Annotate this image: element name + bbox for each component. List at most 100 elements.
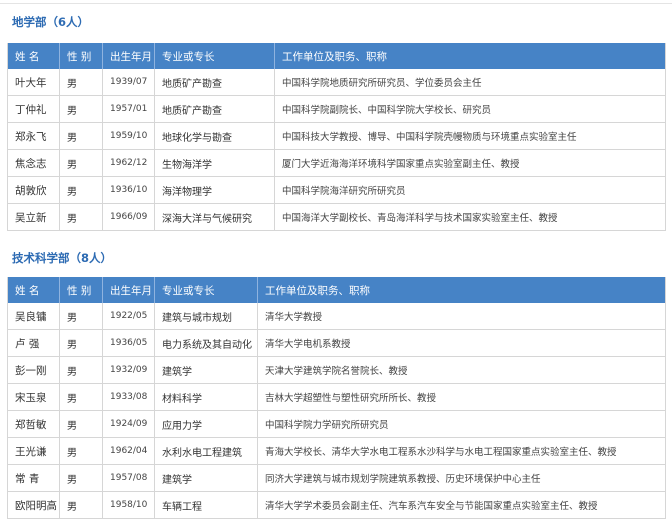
cell-affiliation: 中国海洋大学副校长、青岛海洋科学与技术国家实验室主任、教授	[282, 213, 558, 224]
cell-birth: 1962/04	[103, 438, 155, 464]
header-specialty: 专业或专长	[155, 43, 275, 69]
cell-specialty: 建筑学	[155, 465, 258, 491]
cell-specialty: 应用力学	[155, 411, 258, 437]
cell-specialty: 水利水电工程建筑	[155, 438, 258, 464]
table-row: 叶大年 男 1939/07 地质矿产勘查 中国科学院地质研究所研究员、学位委员会…	[8, 69, 665, 96]
table-row: 卢 强 男 1936/05 电力系统及其自动化 清华大学电机系教授	[8, 330, 665, 357]
cell-gender: 男	[60, 177, 103, 203]
cell-gender: 男	[60, 357, 103, 383]
cell-specialty: 车辆工程	[155, 492, 258, 518]
cell-specialty: 海洋物理学	[155, 177, 275, 203]
cell-specialty: 地质矿产勘查	[155, 96, 275, 122]
cell-birth: 1932/09	[103, 357, 155, 383]
cell-name: 叶大年	[8, 69, 60, 95]
cell-specialty: 电力系统及其自动化	[155, 330, 258, 356]
cell-gender: 男	[60, 69, 103, 95]
cell-affiliation: 吉林大学超塑性与塑性研究所所长、教授	[265, 393, 437, 404]
top-divider	[0, 3, 672, 4]
cell-birth: 1957/01	[103, 96, 155, 122]
cell-name: 胡敦欣	[8, 177, 60, 203]
header-birth: 出生年月	[103, 43, 155, 69]
cell-affiliation: 清华大学教授	[265, 312, 323, 323]
header-birth: 出生年月	[103, 277, 155, 303]
header-name: 姓 名	[8, 43, 60, 69]
cell-gender: 男	[60, 330, 103, 356]
cell-name: 卢 强	[8, 330, 60, 356]
cell-gender: 男	[60, 492, 103, 518]
cell-birth: 1936/10	[103, 177, 155, 203]
table-row: 胡敦欣 男 1936/10 海洋物理学 中国科学院海洋研究所研究员	[8, 177, 665, 204]
cell-name: 丁仲礼	[8, 96, 60, 122]
cell-affiliation: 中国科学院力学研究所研究员	[265, 420, 389, 431]
cell-gender: 男	[60, 303, 103, 329]
cell-birth: 1933/08	[103, 384, 155, 410]
cell-specialty: 生物海洋学	[155, 150, 275, 176]
header-name: 姓 名	[8, 277, 60, 303]
cell-birth: 1962/12	[103, 150, 155, 176]
cell-name: 郑永飞	[8, 123, 60, 149]
cell-specialty: 地质矿产勘查	[155, 69, 275, 95]
cell-name: 宋玉泉	[8, 384, 60, 410]
table-row: 常 青 男 1957/08 建筑学 同济大学建筑与城市规划学院建筑系教授、历史环…	[8, 465, 665, 492]
cell-gender: 男	[60, 465, 103, 491]
cell-specialty: 地球化学与勘查	[155, 123, 275, 149]
cell-affiliation: 天津大学建筑学院名誉院长、教授	[265, 366, 408, 377]
cell-name: 焦念志	[8, 150, 60, 176]
cell-gender: 男	[60, 123, 103, 149]
cell-gender: 男	[60, 150, 103, 176]
table-row: 吴立新 男 1966/09 深海大洋与气候研究 中国海洋大学副校长、青岛海洋科学…	[8, 204, 665, 231]
cell-name: 王光谦	[8, 438, 60, 464]
cell-affiliation: 中国科学院海洋研究所研究员	[282, 186, 406, 197]
header-gender: 性 别	[60, 43, 103, 69]
cell-affiliation: 青海大学校长、清华大学水电工程系水沙科学与水电工程国家重点实验室主任、教授	[265, 447, 617, 458]
cell-specialty: 深海大洋与气候研究	[155, 204, 275, 230]
cell-name: 吴立新	[8, 204, 60, 230]
header-affiliation: 工作单位及职务、职称	[265, 284, 370, 297]
tech-division-title: 技术科学部（8人）	[12, 251, 113, 265]
cell-affiliation: 中国科学院副院长、中国科学院大学校长、研究员	[282, 105, 492, 116]
cell-affiliation: 清华大学学术委员会副主任、汽车系汽车安全与节能国家重点实验室主任、教授	[265, 501, 598, 512]
table-row: 欧阳明高 男 1958/10 车辆工程 清华大学学术委员会副主任、汽车系汽车安全…	[8, 492, 665, 519]
cell-name: 常 青	[8, 465, 60, 491]
table-row: 郑永飞 男 1959/10 地球化学与勘查 中国科技大学教授、博导、中国科学院壳…	[8, 123, 665, 150]
table-row: 丁仲礼 男 1957/01 地质矿产勘查 中国科学院副院长、中国科学院大学校长、…	[8, 96, 665, 123]
cell-affiliation: 中国科学院地质研究所研究员、学位委员会主任	[282, 78, 482, 89]
tech-division-table: 姓 名 性 别 出生年月 专业或专长 工作单位及职务、职称 吴良镛 男 1922…	[7, 277, 666, 519]
table-row: 吴良镛 男 1922/05 建筑与城市规划 清华大学教授	[8, 303, 665, 330]
cell-affiliation: 中国科技大学教授、博导、中国科学院壳幔物质与环境重点实验室主任	[282, 132, 577, 143]
table-row: 焦念志 男 1962/12 生物海洋学 厦门大学近海海洋环境科学国家重点实验室副…	[8, 150, 665, 177]
header-specialty: 专业或专长	[155, 277, 258, 303]
cell-gender: 男	[60, 411, 103, 437]
cell-birth: 1939/07	[103, 69, 155, 95]
cell-birth: 1959/10	[103, 123, 155, 149]
cell-birth: 1924/09	[103, 411, 155, 437]
cell-name: 欧阳明高	[8, 492, 60, 518]
cell-gender: 男	[60, 438, 103, 464]
cell-name: 彭一刚	[8, 357, 60, 383]
cell-specialty: 建筑与城市规划	[155, 303, 258, 329]
cell-specialty: 材料科学	[155, 384, 258, 410]
table-row: 彭一刚 男 1932/09 建筑学 天津大学建筑学院名誉院长、教授	[8, 357, 665, 384]
header-affiliation: 工作单位及职务、职称	[282, 50, 387, 63]
table-row: 郑哲敏 男 1924/09 应用力学 中国科学院力学研究所研究员	[8, 411, 665, 438]
table-header: 姓 名 性 别 出生年月 专业或专长 工作单位及职务、职称	[8, 43, 665, 69]
cell-name: 郑哲敏	[8, 411, 60, 437]
cell-birth: 1936/05	[103, 330, 155, 356]
cell-gender: 男	[60, 204, 103, 230]
cell-affiliation: 厦门大学近海海洋环境科学国家重点实验室副主任、教授	[282, 159, 520, 170]
table-header: 姓 名 性 别 出生年月 专业或专长 工作单位及职务、职称	[8, 277, 665, 303]
cell-birth: 1957/08	[103, 465, 155, 491]
earth-division-table: 姓 名 性 别 出生年月 专业或专长 工作单位及职务、职称 叶大年 男 1939…	[7, 43, 666, 231]
table-row: 王光谦 男 1962/04 水利水电工程建筑 青海大学校长、清华大学水电工程系水…	[8, 438, 665, 465]
table-row: 宋玉泉 男 1933/08 材料科学 吉林大学超塑性与塑性研究所所长、教授	[8, 384, 665, 411]
cell-name: 吴良镛	[8, 303, 60, 329]
cell-birth: 1966/09	[103, 204, 155, 230]
cell-birth: 1922/05	[103, 303, 155, 329]
cell-affiliation: 同济大学建筑与城市规划学院建筑系教授、历史环境保护中心主任	[265, 474, 541, 485]
cell-gender: 男	[60, 96, 103, 122]
cell-birth: 1958/10	[103, 492, 155, 518]
cell-affiliation: 清华大学电机系教授	[265, 339, 351, 350]
earth-division-title: 地学部（6人）	[12, 15, 90, 29]
header-gender: 性 别	[60, 277, 103, 303]
cell-gender: 男	[60, 384, 103, 410]
